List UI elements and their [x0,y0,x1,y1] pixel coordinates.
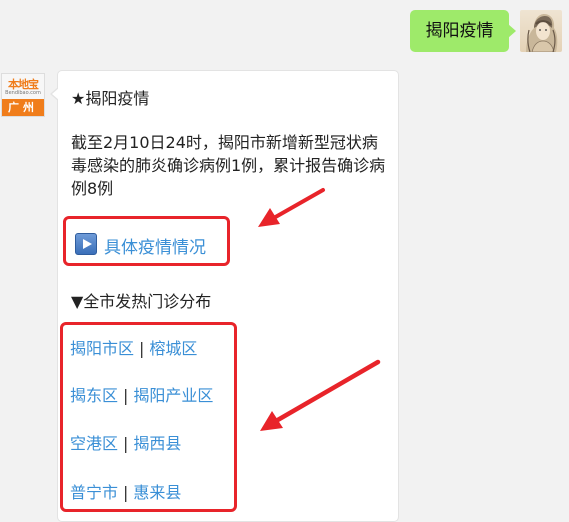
reply-body: 截至2月10日24时，揭阳市新增新型冠状病毒感染的肺炎确诊病例1例，累计报告确诊… [71,133,386,198]
section-title: ▼全市发热门诊分布 [71,292,212,311]
highlight-box-districts [60,322,237,512]
user-message-bubble: 揭阳疫情 [410,10,516,52]
logo-url-text: Bendibao.com [5,90,41,96]
bendibao-logo-avatar[interactable]: 本地宝 Bendibao.com 广州 [1,73,45,117]
logo-city-text: 广州 [2,99,44,116]
user-avatar[interactable] [520,10,562,52]
reply-title: ★揭阳疫情 [71,89,150,108]
highlight-box-detail [63,216,230,266]
